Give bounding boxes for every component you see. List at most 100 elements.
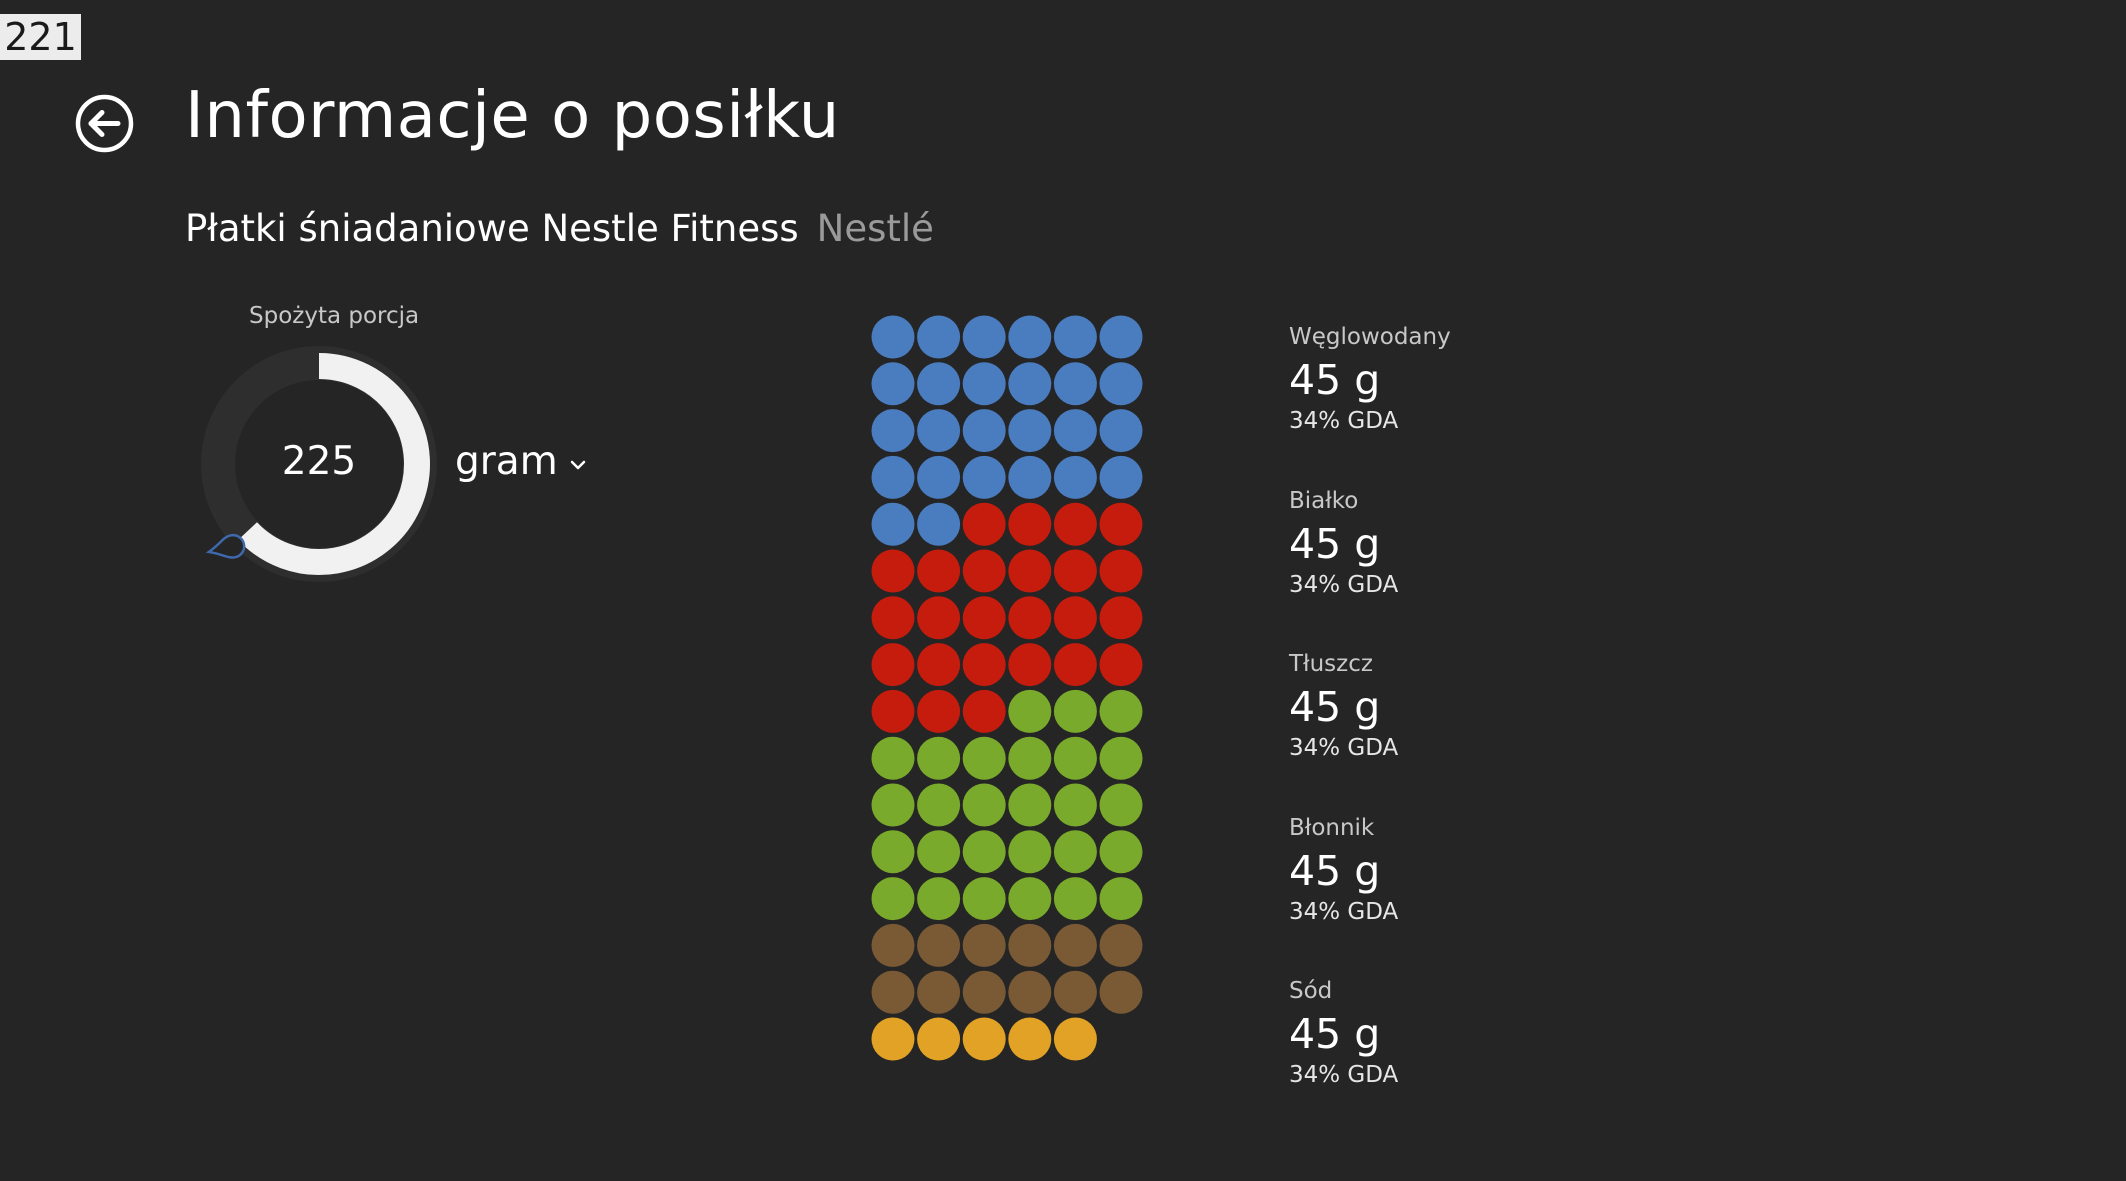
nutrient-fat: Tłuszcz 45 g 34% GDA [1289,647,1669,811]
dot-fat [1008,830,1052,874]
nutrient-dot-chart [871,315,1143,1061]
corner-badge: 221 [0,14,81,60]
unit-dropdown-value: gram [455,439,558,484]
nutrient-fiber: Błonnik 45 g 34% GDA [1289,811,1669,975]
dot-protein [1053,549,1097,593]
dot-protein [871,549,915,593]
product-header: Płatki śniadaniowe Nestle Fitness Nestlé [185,203,934,255]
dot-fat [962,783,1006,827]
dot-fat [1053,830,1097,874]
dot-fiber [871,970,915,1014]
nutrient-name: Białko [1289,487,1359,514]
dot-fat [1008,736,1052,780]
nutrient-name: Węglowodany [1289,324,1451,350]
dot-fiber [962,970,1006,1014]
dot-protein [917,689,961,733]
dot-fat [917,877,961,921]
dot-fat [871,830,915,874]
nutrient-gda: 34% GDA [1289,735,1399,761]
dot-protein [871,596,915,640]
dot-fat [1099,830,1143,874]
dot-fat [917,783,961,827]
dot-protein [917,596,961,640]
dot-fat [1099,783,1143,827]
dot-fat [1053,736,1097,780]
dot-fat [917,830,961,874]
back-arrow-circle-icon [75,94,134,153]
dot-carbohydrate [962,409,1006,453]
dot-fat [1008,877,1052,921]
dot-protein [1008,502,1052,546]
dot-carbohydrate [1099,362,1143,406]
dot-fat [1099,877,1143,921]
dot-fat [917,736,961,780]
nutrient-carbohydrate: Węglowodany 45 g 34% GDA [1289,320,1669,484]
dot-carbohydrate [871,315,915,359]
dot-sodium [871,1017,915,1061]
nutrient-gda: 34% GDA [1289,571,1399,598]
dot-carbohydrate [917,315,961,359]
nutrient-gda: 34% GDA [1289,408,1399,434]
dot-protein [1053,596,1097,640]
chevron-down-icon [570,460,585,470]
dot-carbohydrate [917,362,961,406]
dot-carbohydrate [1008,455,1052,499]
dot-fiber [871,923,915,967]
dot-carbohydrate [1008,362,1052,406]
dot-carbohydrate [1008,409,1052,453]
dot-fat [962,830,1006,874]
dot-carbohydrate [962,455,1006,499]
dot-protein [962,549,1006,593]
nutrient-name: Tłuszcz [1289,651,1373,677]
portion-value: 225 [281,439,357,484]
dot-protein [917,643,961,687]
dot-carbohydrate [871,409,915,453]
dot-carbohydrate [1099,409,1143,453]
dot-carbohydrate [962,362,1006,406]
dot-fat [1008,689,1052,733]
dial-handle[interactable] [205,533,246,563]
dot-protein [871,689,915,733]
back-button[interactable] [75,94,134,153]
dot-fat [1099,689,1143,733]
dot-fat [871,877,915,921]
dot-protein [1008,643,1052,687]
dot-fiber [1008,923,1052,967]
nutrient-name: Sód [1289,978,1333,1004]
product-name: Płatki śniadaniowe Nestle Fitness [185,207,799,250]
dot-fiber [1008,970,1052,1014]
dot-sodium [962,1017,1006,1061]
dot-carbohydrate [1053,455,1097,499]
nutrient-list: Węglowodany 45 g 34% GDA Białko 45 g 34%… [1289,320,1669,1138]
dot-carbohydrate [917,455,961,499]
nutrient-amount: 45 g [1289,1010,1381,1058]
dot-protein [962,643,1006,687]
dot-fat [871,783,915,827]
page-title: Informacje o posiłku [185,79,840,153]
dot-carbohydrate [962,315,1006,359]
dot-protein [1008,596,1052,640]
nutrient-protein: Białko 45 g 34% GDA [1289,484,1669,648]
dot-fat [1099,736,1143,780]
dot-fiber [917,970,961,1014]
dot-protein [1053,502,1097,546]
unit-dropdown[interactable]: gram [455,434,586,490]
dot-fiber [1099,970,1143,1014]
nutrient-sodium: Sód 45 g 34% GDA [1289,974,1669,1138]
dot-carbohydrate [1099,455,1143,499]
dot-carbohydrate [917,409,961,453]
nutrient-amount: 45 g [1289,519,1381,568]
dot-fiber [917,923,961,967]
dot-sodium [1008,1017,1052,1061]
dot-carbohydrate [871,502,915,546]
dot-sodium [1053,1017,1097,1061]
dot-fiber [1099,923,1143,967]
dot-protein [962,502,1006,546]
dot-protein [1099,643,1143,687]
dot-carbohydrate [1053,362,1097,406]
portion-label: Spożyta porcja [249,303,420,329]
dot-fat [962,877,1006,921]
dot-fat [871,736,915,780]
dot-carbohydrate [871,455,915,499]
nutrient-amount: 45 g [1289,683,1381,731]
